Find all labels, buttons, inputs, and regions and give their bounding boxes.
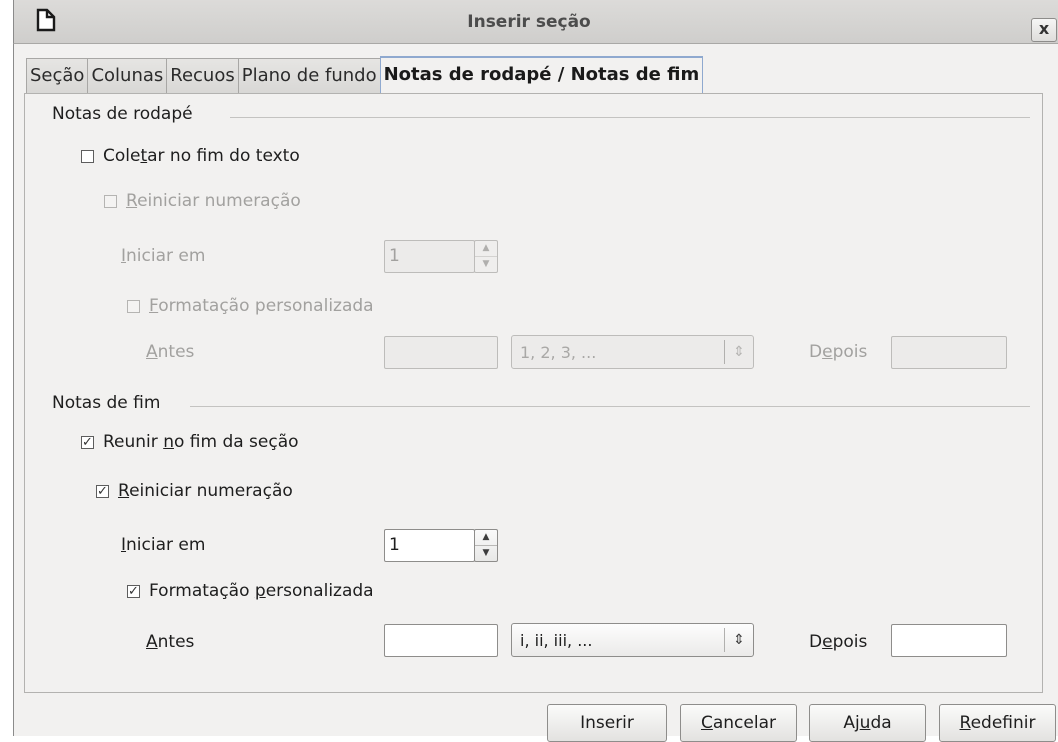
checkbox-box[interactable]: ✓ [96,484,109,498]
reset-button[interactable]: Redefinir [939,704,1056,742]
endnotes-collect-checkbox[interactable]: ✓ Reunir no fim da seção [81,430,299,454]
endnotes-restart-checkbox[interactable]: ✓ Reiniciar numeração [96,479,293,503]
footnotes-custom-format-checkbox[interactable]: Formatação personalizada [127,294,374,318]
footnotes-after-input[interactable] [891,336,1007,369]
footnotes-before-input[interactable] [384,336,498,369]
footnotes-collect-checkbox[interactable]: Coletar no fim do texto [81,144,300,168]
tab-recuos[interactable]: Recuos [166,58,239,94]
cancel-button[interactable]: Cancelar [680,704,797,742]
spin-up-icon[interactable]: ▲ [475,241,497,256]
endnotes-before-input[interactable] [384,624,498,657]
footnotes-collect-label: Coletar no fim do texto [103,146,300,166]
endnotes-after-label: Depois [809,632,868,652]
footnotes-start-at-label: Iniciar em [121,246,206,266]
tab-notas[interactable]: Notas de rodapé / Notas de fim [379,56,704,94]
footnotes-before-label: Antes [146,342,195,362]
spin-down-icon[interactable]: ▼ [475,256,497,272]
checkbox-box[interactable] [81,149,94,163]
tab-bar: Seção Colunas Recuos Plano de fundo Nota… [26,56,704,94]
close-button[interactable]: x [1031,18,1057,42]
endnotes-format-select[interactable]: i, ii, iii, ... ⇕ [511,623,754,657]
checkbox-box[interactable]: ✓ [81,435,94,449]
title-bar[interactable]: Inserir seção [13,0,1058,44]
footnotes-section-title: Notas de rodapé [52,104,193,124]
chevron-up-down-icon: ⇕ [733,632,745,648]
spin-up-icon[interactable]: ▲ [475,530,497,545]
dialog-title: Inserir seção [467,12,591,32]
endnotes-collect-label: Reunir no fim da seção [103,432,299,452]
footnotes-after-label: Depois [809,342,868,362]
footnotes-custom-format-label: Formatação personalizada [149,296,374,316]
checkbox-box[interactable] [104,194,117,208]
endnotes-section-title: Notas de fim [52,393,161,413]
insert-button[interactable]: Inserir [547,704,667,742]
endnotes-custom-format-label: Formatação personalizada [149,581,374,601]
footnotes-start-at-input[interactable]: 1 [384,240,475,273]
endnotes-restart-label: Reiniciar numeração [118,481,293,501]
chevron-up-down-icon: ⇕ [733,344,745,360]
checkbox-box[interactable]: ✓ [127,584,140,598]
help-button[interactable]: Ajuda [809,704,926,742]
tab-colunas[interactable]: Colunas [87,58,168,94]
tab-secao[interactable]: Seção [26,58,89,94]
footnotes-restart-label: Reiniciar numeração [126,191,301,211]
footnotes-start-at-stepper[interactable]: ▲ ▼ [474,240,498,273]
tab-panel [24,93,1043,693]
footnotes-divider [230,117,1030,118]
endnotes-start-at-input[interactable]: 1 [384,529,475,562]
endnotes-after-input[interactable] [891,624,1007,657]
endnotes-divider [190,406,1030,407]
spin-down-icon[interactable]: ▼ [475,545,497,561]
tab-plano-de-fundo[interactable]: Plano de fundo [237,58,381,94]
footnotes-format-select[interactable]: 1, 2, 3, ... ⇕ [511,335,754,369]
endnotes-start-at-stepper[interactable]: ▲ ▼ [474,529,498,562]
endnotes-before-label: Antes [146,632,195,652]
endnotes-custom-format-checkbox[interactable]: ✓ Formatação personalizada [127,579,374,603]
footnotes-restart-checkbox[interactable]: Reiniciar numeração [104,189,301,213]
endnotes-format-value: i, ii, iii, ... [520,630,593,650]
footnotes-format-value: 1, 2, 3, ... [520,342,597,362]
checkbox-box[interactable] [127,299,140,313]
endnotes-start-at-label: Iniciar em [121,535,206,555]
